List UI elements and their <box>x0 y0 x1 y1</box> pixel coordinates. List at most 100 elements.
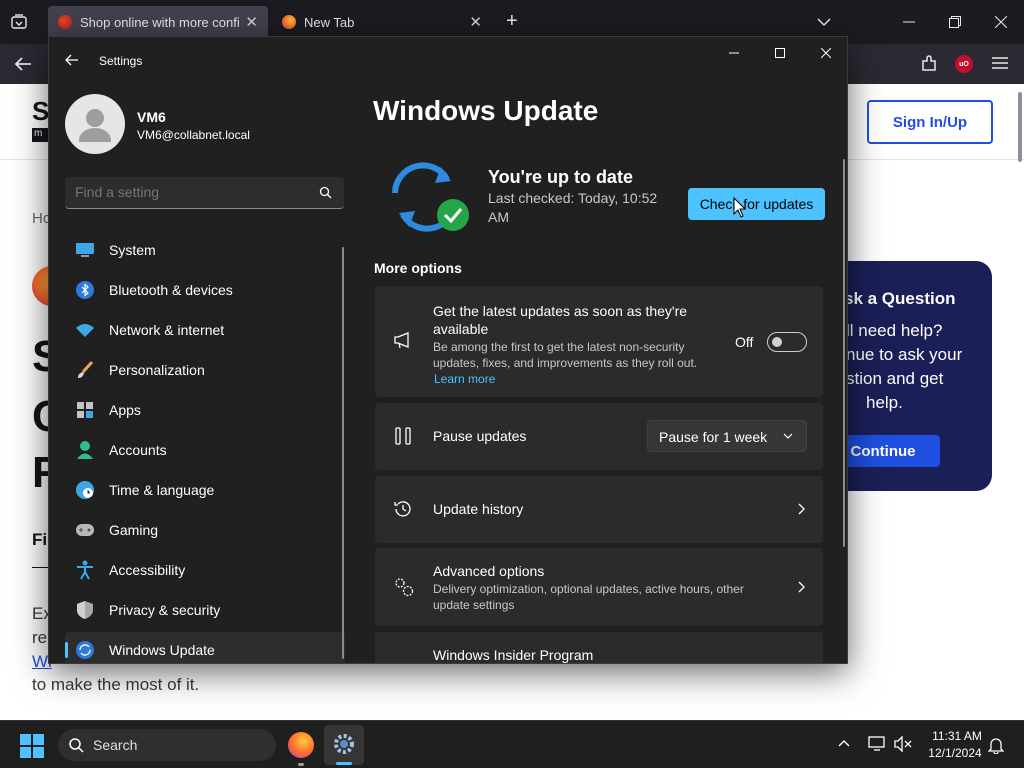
nav-label: Accessibility <box>109 562 186 578</box>
taskbar-settings-app[interactable] <box>324 725 364 765</box>
nav-accounts[interactable]: Accounts <box>65 432 345 468</box>
nav-label: Privacy & security <box>109 602 221 618</box>
close-window-icon[interactable] <box>978 0 1024 44</box>
minimize-icon[interactable] <box>886 0 932 44</box>
firefox-icon[interactable] <box>288 732 314 758</box>
nav-label: Personalization <box>109 362 205 378</box>
pause-duration-dropdown[interactable]: Pause for 1 week <box>647 420 807 452</box>
nav-label: System <box>109 242 156 258</box>
nav-network[interactable]: Network & internet <box>65 312 345 348</box>
chevron-up-icon[interactable] <box>838 739 850 747</box>
new-tab-button[interactable]: + <box>506 10 518 33</box>
search-icon[interactable] <box>319 186 332 199</box>
browser-tab-shop[interactable]: Shop online with more confide ✕ <box>48 6 268 38</box>
wifi-icon <box>75 320 95 340</box>
pause-duration-value: Pause for 1 week <box>659 429 768 445</box>
windows-update-icon <box>75 640 95 660</box>
browser-tab-new[interactable]: New Tab ✕ <box>272 6 492 38</box>
gears-icon <box>393 576 414 597</box>
settings-close-icon[interactable] <box>803 37 847 69</box>
user-avatar[interactable] <box>65 94 125 154</box>
ask-question-title: sk a Question <box>844 289 956 308</box>
start-windows-icon[interactable] <box>20 734 44 758</box>
pause-icon <box>393 426 413 446</box>
latest-updates-toggle[interactable] <box>767 332 807 352</box>
nav-system[interactable]: System <box>65 232 345 268</box>
nav-time-language[interactable]: Time & language <box>65 472 345 508</box>
settings-back-icon[interactable] <box>65 54 79 66</box>
ask-question-line2: nue to ask your <box>846 345 963 364</box>
taskbar-search-box[interactable]: Search <box>58 729 276 761</box>
clock-date[interactable]: 12/1/2024 <box>924 746 986 760</box>
nav-windows-update[interactable]: Windows Update <box>65 632 345 663</box>
ask-question-line3: stion and get <box>846 369 944 388</box>
settings-search-input[interactable] <box>75 184 305 200</box>
nav-apps[interactable]: Apps <box>65 392 345 428</box>
settings-search-box[interactable] <box>65 177 344 209</box>
ask-question-line4: help. <box>866 393 903 412</box>
user-email: VM6@collabnet.local <box>137 128 250 142</box>
close-tab-icon[interactable]: ✕ <box>469 13 482 31</box>
check-for-updates-button[interactable]: Check for updates <box>688 188 825 220</box>
nav-accessibility[interactable]: Accessibility <box>65 552 345 588</box>
update-history-card[interactable]: Update history <box>375 476 823 543</box>
nav-personalization[interactable]: Personalization <box>65 352 345 388</box>
page-scrollbar[interactable] <box>1018 92 1022 162</box>
more-options-label: More options <box>374 260 462 276</box>
ask-question-line1: ll need help? <box>846 321 943 340</box>
taskbar: Search 11:31 AM 12/1/2024 <box>0 720 1024 768</box>
nav-label: Network & internet <box>109 322 225 338</box>
page-title: Windows Update <box>373 95 599 126</box>
advanced-options-description: Delivery optimization, optional updates,… <box>433 582 744 612</box>
paragraph-last-line: to make the most of it. <box>32 675 200 694</box>
nav-scrollbar[interactable] <box>342 247 344 659</box>
gamepad-icon <box>75 520 95 540</box>
notifications-bell-icon[interactable] <box>988 736 1004 754</box>
nav-label: Bluetooth & devices <box>109 282 233 298</box>
settings-titlebar: Settings <box>49 37 847 85</box>
clock-time[interactable]: 11:31 AM <box>929 729 985 743</box>
pause-updates-card: Pause updates Pause for 1 week <box>375 403 823 470</box>
taskbar-settings-indicator <box>336 762 352 765</box>
restore-icon[interactable] <box>932 0 978 44</box>
tab-list-icon[interactable] <box>10 13 28 31</box>
update-status-icon <box>385 159 475 235</box>
latest-updates-card[interactable]: Get the latest updates as soon as they'r… <box>375 286 823 397</box>
taskbar-firefox-indicator <box>298 763 304 766</box>
close-tab-icon[interactable]: ✕ <box>245 13 258 31</box>
volume-muted-icon[interactable] <box>894 736 912 752</box>
nav-label: Time & language <box>109 482 215 498</box>
tab-title: Shop online with more confide <box>80 14 240 30</box>
chevron-right-icon <box>798 503 805 515</box>
advanced-options-title: Advanced options <box>433 563 545 579</box>
latest-updates-title: Get the latest updates as soon as they'r… <box>433 303 688 337</box>
insider-program-card[interactable]: Windows Insider Program <box>375 632 823 663</box>
globe-clock-icon <box>75 480 95 500</box>
list-all-tabs-icon[interactable] <box>816 14 832 30</box>
hamburger-menu-icon[interactable] <box>992 56 1008 70</box>
network-icon[interactable] <box>868 736 886 752</box>
settings-minimize-icon[interactable] <box>711 37 757 69</box>
nav-privacy-security[interactable]: Privacy & security <box>65 592 345 628</box>
nav-gaming[interactable]: Gaming <box>65 512 345 548</box>
back-arrow-icon[interactable] <box>14 56 32 72</box>
taskbar-search-placeholder: Search <box>93 737 138 753</box>
mouse-cursor-icon <box>733 197 747 219</box>
settings-maximize-icon[interactable] <box>757 37 803 69</box>
status-title: You're up to date <box>488 167 633 187</box>
nav-bluetooth[interactable]: Bluetooth & devices <box>65 272 345 308</box>
apps-icon <box>75 400 95 420</box>
ublock-icon[interactable]: uO <box>955 55 973 73</box>
advanced-options-card[interactable]: Advanced options Delivery optimization, … <box>375 548 823 626</box>
learn-more-link[interactable]: Learn more <box>434 372 495 386</box>
content-scrollbar[interactable] <box>843 159 845 547</box>
site-logo: S <box>32 96 50 126</box>
accessibility-icon <box>75 560 95 580</box>
site-favicon-icon <box>58 15 72 29</box>
extensions-icon[interactable] <box>920 55 938 73</box>
tab-title: New Tab <box>304 14 355 30</box>
chevron-down-icon <box>783 433 793 440</box>
insider-program-title: Windows Insider Program <box>433 647 594 663</box>
sign-in-button[interactable]: Sign In/Up <box>867 100 993 144</box>
nav-label: Windows Update <box>109 642 215 658</box>
